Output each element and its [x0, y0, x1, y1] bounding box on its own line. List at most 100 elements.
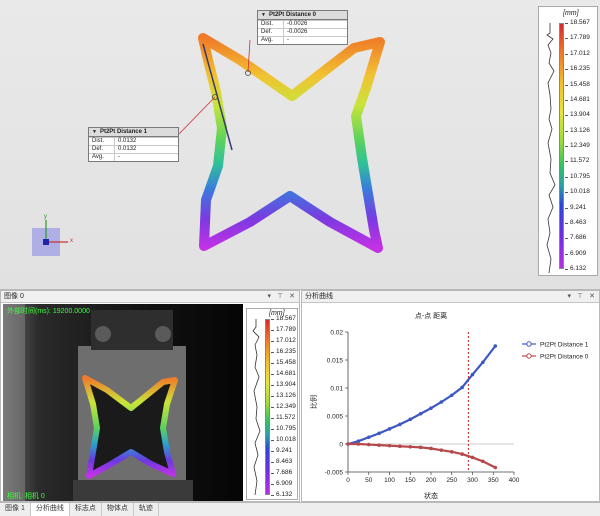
colorbar-tick-mark — [565, 238, 568, 240]
x-tick-label: 200 — [426, 477, 437, 484]
close-icon[interactable]: ✕ — [589, 291, 595, 302]
colorbar-tick-mark — [271, 363, 274, 364]
colorbar-tick-label: 10.018 — [276, 436, 296, 443]
series-point — [377, 431, 381, 436]
colorbar-tick-mark — [565, 99, 568, 101]
colorbar-tick-mark — [565, 115, 568, 117]
pt2pt-distance-1-label[interactable]: ▼ Pt2Pt Distance 1 Dist. 0.0132 Def. 0.0132… — [88, 127, 179, 162]
series-point — [429, 406, 433, 410]
x-tick-label: 400 — [509, 477, 520, 484]
legend-swatch-marker — [526, 341, 532, 347]
colorbar-tick-label: 17.012 — [570, 49, 590, 57]
label-row: Dist. -0.0026 — [258, 20, 347, 28]
series-point — [449, 393, 454, 398]
close-icon[interactable]: ✕ — [289, 291, 295, 302]
colorbar-tick-label: 18.567 — [276, 315, 296, 322]
colorbar-tick-label: 17.012 — [276, 337, 296, 344]
series-point — [408, 417, 413, 422]
x-tick-label: 350 — [488, 477, 499, 484]
colorbar-tick-mark — [271, 418, 274, 419]
y-axis-label: 比例 — [309, 395, 318, 409]
colorbar-tick-mark — [565, 23, 568, 24]
series-point — [387, 443, 392, 448]
series-point — [408, 445, 413, 449]
camera-image[interactable]: 外部时间(ms): 19200.0000 相机: 相机 0 — [3, 304, 243, 501]
tab-analysis-curve[interactable]: 分析曲线 — [30, 503, 70, 516]
colorbar-tick-mark — [565, 161, 568, 163]
colorbar-tick-label: 12.349 — [570, 142, 590, 149]
x-tick-label: 150 — [405, 477, 416, 484]
series-point — [439, 448, 444, 452]
colorbar-tick-label: 13.126 — [570, 126, 590, 134]
colorbar-tick-mark — [565, 207, 568, 209]
collapse-triangle-icon[interactable]: ▼ — [92, 129, 97, 135]
colorbar-tick-label: 8.463 — [276, 458, 293, 465]
3d-viewport[interactable]: y x ▼ Pt2Pt Distance 0 Dist. -0.0026 Def. -… — [0, 0, 600, 290]
label-title: Pt2Pt Distance 0 — [268, 12, 316, 18]
colorbar-tick-mark — [271, 374, 274, 375]
colorbar-tick-mark — [565, 69, 568, 71]
series-point — [470, 455, 475, 460]
series-point — [460, 452, 464, 456]
pin-icon[interactable]: ⊤ — [277, 291, 283, 302]
label-row: Avg. - — [258, 36, 347, 44]
dropdown-icon[interactable]: ▾ — [568, 291, 572, 302]
legend-swatch-marker — [526, 353, 532, 359]
colorbar-tick-mark — [271, 330, 274, 331]
pt2pt-distance-0-label[interactable]: ▼ Pt2Pt Distance 0 Dist. -0.0026 Def. -0.00… — [257, 10, 348, 45]
series-point — [356, 442, 361, 446]
analysis-chart[interactable]: 点-点 距离-0.00500.0050.010.0150.020 50 100 150… — [302, 304, 599, 502]
tab-image-1[interactable]: 图像 1 — [0, 503, 31, 516]
colorbar-tick-label: 12.349 — [276, 403, 296, 410]
colorbar-tick-mark — [271, 484, 274, 485]
series-point — [493, 344, 498, 348]
pin-icon[interactable]: ⊤ — [577, 291, 583, 302]
colorbar-gradient — [265, 319, 270, 495]
colorbar-tick-label: 15.458 — [570, 80, 590, 88]
colorbar-tick-mark — [271, 451, 274, 452]
tab-object-points[interactable]: 物体点 — [102, 503, 134, 516]
tab-markers[interactable]: 标志点 — [70, 503, 102, 516]
image-panel: 图像 0 ▾ ⊤ ✕ 外部时间(ms): 19200.0000 相机: 相机 0… — [0, 290, 300, 502]
bottom-tab-bar: 图像 1 分析曲线 标志点 物体点 轨迹 — [0, 502, 600, 516]
tab-trajectory[interactable]: 轨迹 — [134, 503, 159, 516]
colorbar-tick-mark — [271, 352, 274, 353]
colorbar-tick-mark — [271, 396, 274, 397]
y-tick-label: -0.005 — [325, 470, 344, 477]
analysis-curve-panel: 分析曲线 ▾ ⊤ ✕ 点-点 距离 -0.005 0 0.005 0.01 0.015 0.… — [301, 290, 600, 502]
series-point — [418, 411, 423, 416]
colorbar-tick-label: 14.681 — [276, 370, 296, 377]
label-title: Pt2Pt Distance 1 — [99, 129, 147, 135]
label-row: Def. -0.0026 — [258, 28, 347, 36]
colorbar-tick-mark — [271, 462, 274, 463]
colorbar-tick-label: 16.235 — [570, 65, 590, 73]
colorbar-unit: [mm] — [563, 10, 579, 17]
colorbar-tick-mark — [271, 495, 274, 496]
collapse-triangle-icon[interactable]: ▼ — [261, 12, 266, 18]
colorbar-tick-mark — [565, 222, 568, 224]
colorbar-tick-label: 6.909 — [276, 480, 293, 487]
series-point — [377, 443, 381, 447]
colorbar-tick-mark — [271, 407, 274, 408]
colorbar-tick-label: 10.018 — [570, 188, 590, 196]
external-time-readout: 外部时间(ms): 19200.0000 — [7, 308, 90, 315]
colorbar-tick-mark — [271, 341, 274, 342]
series-point — [481, 459, 485, 464]
camera-name-readout: 相机: 相机 0 — [7, 493, 45, 500]
colorbar-tick-label: 15.458 — [276, 359, 296, 366]
colorbar-tick-label: 6.132 — [570, 265, 587, 272]
axis-label-x: x — [70, 238, 73, 244]
y-tick-label: 0.005 — [327, 414, 344, 421]
series-point — [481, 360, 485, 365]
colorbar-tick-label: 14.681 — [570, 95, 590, 103]
dropdown-icon[interactable]: ▾ — [268, 291, 272, 302]
colorbar-tick-label: 16.235 — [276, 348, 296, 355]
colorbar-tick-mark — [271, 385, 274, 386]
colorbar-tick-label: 7.686 — [276, 469, 293, 476]
colorbar-tick-label: 10.795 — [276, 425, 296, 432]
legend-entry: Pt2Pt Distance 1 — [540, 342, 589, 349]
y-tick-label: 0.015 — [327, 358, 344, 365]
label-row: Def. 0.0132 — [89, 145, 178, 153]
colorbar-tick-mark — [271, 473, 274, 474]
x-axis-label: 状态 — [424, 491, 438, 500]
